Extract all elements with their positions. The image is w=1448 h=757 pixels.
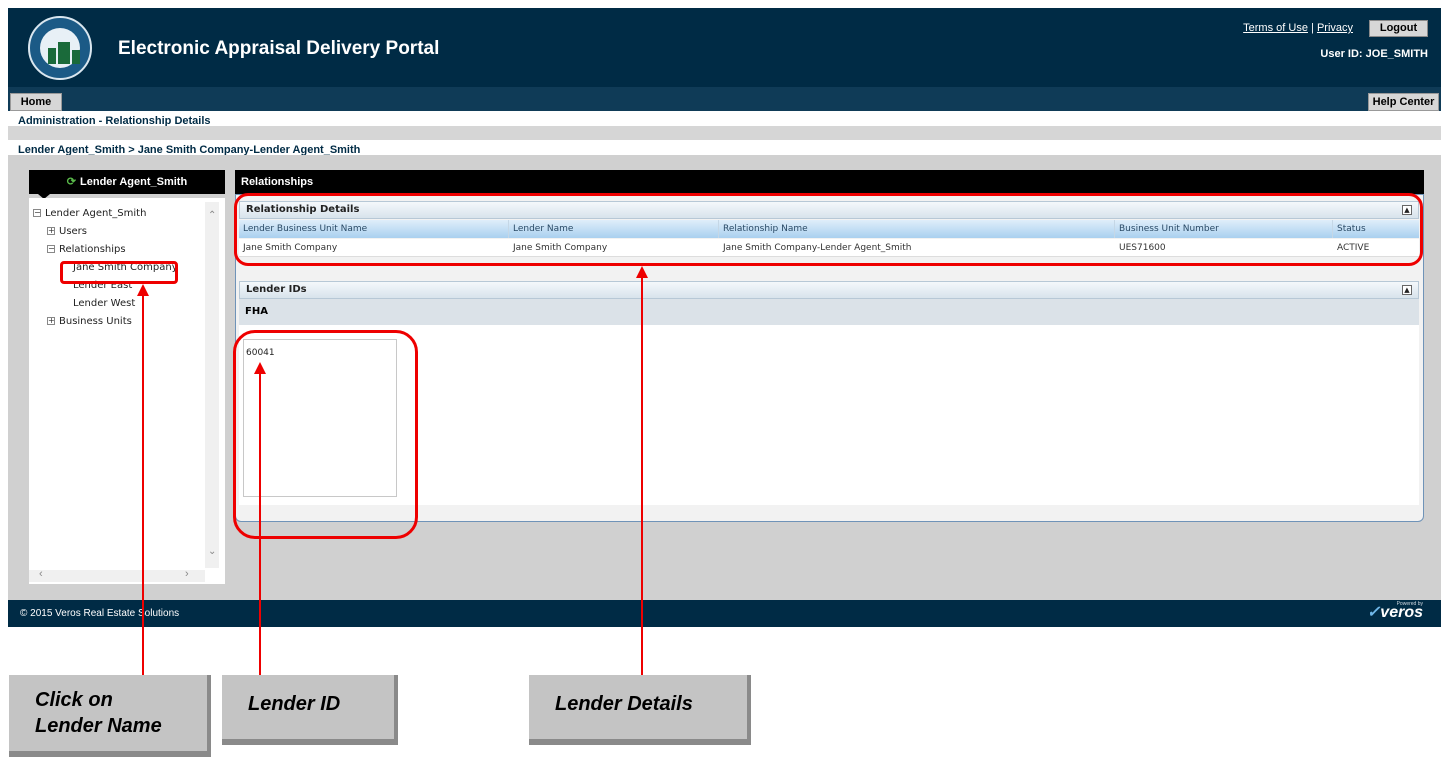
- tree-item-business-units[interactable]: + Business Units: [47, 316, 132, 327]
- header-links: Terms of Use | Privacy: [1243, 22, 1353, 34]
- left-panel-tab[interactable]: ⟳ Lender Agent_Smith: [29, 170, 225, 194]
- tab-home[interactable]: Home: [10, 93, 62, 111]
- nav-bar: Home Help Center: [8, 87, 1441, 111]
- tree-item-users-label: Users: [59, 226, 88, 237]
- scroll-left-icon[interactable]: ‹: [39, 568, 43, 580]
- tree-item-label: Lender West: [73, 298, 136, 309]
- copyright-text: © 2015 Veros Real Estate Solutions: [20, 608, 180, 619]
- privacy-link[interactable]: Privacy: [1317, 22, 1353, 34]
- highlight-lender-name: [60, 261, 178, 284]
- divider-bar: [8, 126, 1441, 140]
- logout-button[interactable]: Logout: [1369, 20, 1428, 37]
- app-title: Electronic Appraisal Delivery Portal: [118, 38, 440, 59]
- tree-item-relationships[interactable]: − Relationships: [47, 244, 126, 255]
- annotation-line: [142, 294, 144, 675]
- user-id-label: User ID: JOE_SMITH: [1320, 48, 1428, 60]
- refresh-icon[interactable]: ⟳: [67, 176, 76, 188]
- scroll-down-icon[interactable]: ⌄: [208, 546, 216, 557]
- collapse-icon[interactable]: −: [33, 209, 41, 217]
- link-separator: |: [1311, 22, 1314, 34]
- terms-of-use-link[interactable]: Terms of Use: [1243, 22, 1308, 34]
- portal-footer: © 2015 Veros Real Estate Solutions Power…: [8, 600, 1441, 627]
- highlight-lender-details: [234, 193, 1423, 266]
- scroll-up-icon[interactable]: ⌃: [208, 210, 216, 221]
- tree-item-lender-west[interactable]: Lender West: [73, 298, 135, 309]
- tree-item-users[interactable]: + Users: [47, 226, 87, 237]
- lender-ids-header: Lender IDs ▲: [239, 281, 1419, 299]
- tree-item-business-units-label: Business Units: [59, 316, 132, 327]
- annotation-line: [641, 276, 643, 675]
- fha-label: FHA: [239, 299, 1419, 325]
- annotation-line: [259, 372, 261, 675]
- tree-panel: − Lender Agent_Smith + Users − Relationship…: [29, 198, 225, 584]
- hud-seal-logo: [28, 16, 92, 80]
- portal-header: Electronic Appraisal Delivery Portal Ter…: [8, 8, 1441, 87]
- screenshot-stage: Electronic Appraisal Delivery Portal Ter…: [0, 0, 1448, 757]
- tab-help-center[interactable]: Help Center: [1368, 93, 1439, 111]
- relationships-header: Relationships: [235, 170, 1424, 194]
- tree-item-relationships-label: Relationships: [59, 244, 126, 255]
- scroll-right-icon[interactable]: ›: [185, 568, 189, 580]
- callout-click-lender-name: Click on Lender Name: [9, 675, 211, 757]
- tree-root-label: Lender Agent_Smith: [45, 208, 147, 219]
- callout-lender-id: Lender ID: [222, 675, 398, 745]
- collapse-section-icon[interactable]: ▲: [1402, 285, 1412, 295]
- expand-icon[interactable]: +: [47, 317, 55, 325]
- veros-logo-text: veros: [1380, 604, 1423, 621]
- expand-icon[interactable]: +: [47, 227, 55, 235]
- left-panel-tab-label: Lender Agent_Smith: [80, 176, 188, 188]
- lender-ids-title: Lender IDs: [246, 284, 307, 295]
- veros-logo: ✓veros: [1366, 604, 1423, 621]
- vertical-scrollbar[interactable]: ⌃ ⌄: [205, 202, 219, 568]
- callout-lender-details: Lender Details: [529, 675, 751, 745]
- collapse-icon[interactable]: −: [47, 245, 55, 253]
- tree-root[interactable]: − Lender Agent_Smith: [33, 208, 146, 219]
- horizontal-scrollbar[interactable]: ‹ ›: [29, 568, 205, 582]
